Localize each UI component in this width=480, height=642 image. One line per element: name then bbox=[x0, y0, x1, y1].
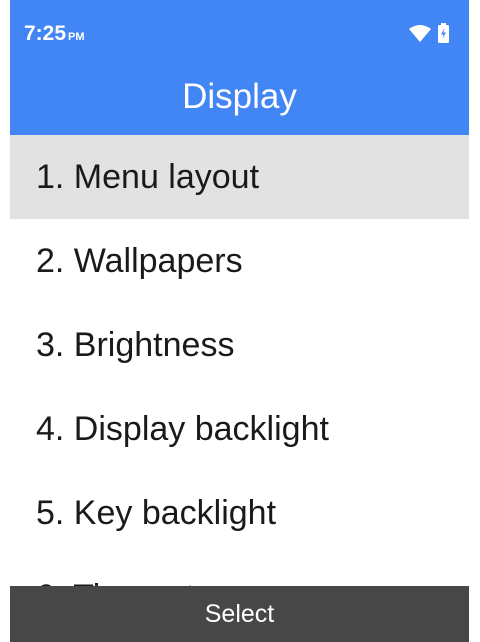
status-bar: 7:25 PM bbox=[10, 0, 469, 62]
page-title: Display bbox=[182, 77, 297, 116]
header: 7:25 PM Display bbox=[10, 0, 469, 135]
menu-item-label: 4. Display backlight bbox=[36, 409, 329, 448]
menu-item-key-backlight[interactable]: 5. Key backlight bbox=[10, 471, 469, 555]
phone-screen: 7:25 PM Display 1. Menu layout 2. Wallpa… bbox=[10, 0, 469, 642]
menu-item-menu-layout[interactable]: 1. Menu layout bbox=[10, 135, 469, 219]
menu-item-brightness[interactable]: 3. Brightness bbox=[10, 303, 469, 387]
menu-item-label: 1. Menu layout bbox=[36, 157, 260, 196]
clock-time: 7:25 bbox=[24, 22, 67, 45]
menu-item-label: 2. Wallpapers bbox=[36, 241, 243, 280]
status-icons bbox=[409, 22, 449, 48]
menu-list: 1. Menu layout 2. Wallpapers 3. Brightne… bbox=[10, 135, 469, 639]
menu-item-display-backlight[interactable]: 4. Display backlight bbox=[10, 387, 469, 471]
battery-icon bbox=[438, 22, 449, 48]
status-time: 7:25 PM bbox=[24, 22, 85, 49]
clock-ampm: PM bbox=[68, 31, 85, 43]
softkey-select[interactable]: Select bbox=[10, 586, 469, 642]
menu-item-label: 3. Brightness bbox=[36, 325, 235, 364]
menu-item-label: 5. Key backlight bbox=[36, 493, 277, 532]
wifi-icon bbox=[409, 24, 431, 47]
menu-item-wallpapers[interactable]: 2. Wallpapers bbox=[10, 219, 469, 303]
